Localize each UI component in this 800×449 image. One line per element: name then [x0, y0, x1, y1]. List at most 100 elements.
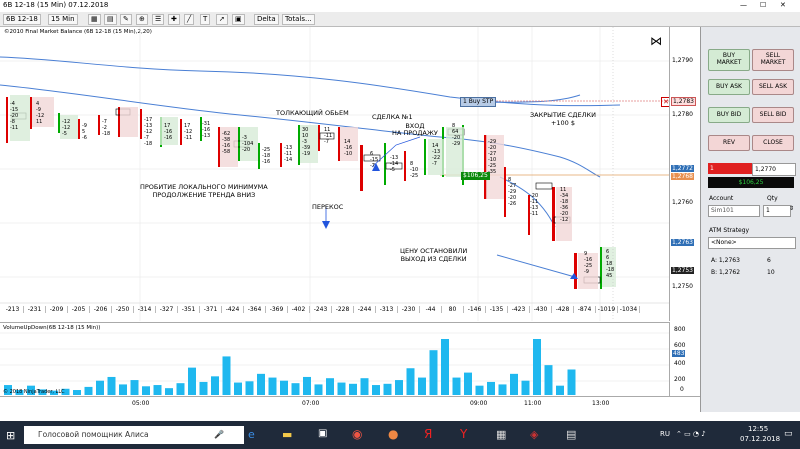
folder-icon[interactable]: ▬ — [282, 428, 292, 441]
delta-cell: -230 — [398, 306, 420, 313]
delta-cell: 80 — [442, 306, 464, 313]
notification-icon[interactable]: ▭ — [784, 429, 793, 439]
buy-market-button[interactable]: BUY MARKET — [708, 49, 750, 71]
language-indicator[interactable]: RU — [660, 430, 670, 438]
volume-bar — [84, 386, 93, 395]
minimize-icon[interactable]: — — [740, 1, 747, 9]
store-icon[interactable]: ▣ — [318, 428, 327, 439]
clock-date: 07.12.2018 — [740, 435, 781, 443]
chrome-icon[interactable]: ◉ — [352, 427, 362, 441]
microphone-icon[interactable]: 🎤 — [214, 430, 224, 439]
delta-cell: -874 — [574, 306, 596, 313]
atm-label: ATM Strategy — [709, 227, 750, 234]
totals-selector[interactable]: Totals... — [282, 14, 315, 25]
buy-stp-order[interactable]: 1 Buy STP — [460, 97, 497, 107]
trading-panel: BUY MARKET SELL MARKET BUY ASK SELL ASK … — [700, 27, 800, 412]
delta-cell: -430 — [530, 306, 552, 313]
volume-bar — [383, 383, 392, 395]
text-icon[interactable]: T — [200, 14, 211, 25]
volume-bar — [544, 365, 553, 395]
yandex-icon[interactable]: Я — [424, 427, 432, 441]
sell-ask-button[interactable]: SELL ASK — [752, 79, 794, 95]
tray-icons[interactable]: ⌃ ▭ ◔ ♪ — [676, 430, 706, 438]
browser-icon[interactable]: ● — [388, 427, 398, 441]
window-title: 6B 12-18 (15 Min) 07.12.2018 — [3, 1, 109, 9]
pnl-tag: $106,25 — [461, 172, 490, 180]
volume-bar — [314, 384, 323, 395]
qty-stepper-icon[interactable]: ⇕ — [789, 205, 794, 212]
yandex-browser-icon[interactable]: Y — [460, 427, 467, 441]
sell-bid-button[interactable]: SELL BID — [752, 107, 794, 123]
volume-bar — [142, 386, 150, 395]
delta-cell: -424 — [222, 306, 244, 313]
volume-bar — [360, 378, 369, 395]
copyright: © 2018 NinjaTrader, LLC — [3, 389, 65, 395]
volume-bar — [280, 380, 288, 395]
buy-bid-button[interactable]: BUY BID — [708, 107, 750, 123]
ninjatrader-icon[interactable]: ◈ — [530, 428, 538, 441]
sell-market-button[interactable]: SELL MARKET — [752, 49, 794, 71]
style-icon[interactable]: ▤ — [104, 14, 117, 25]
delta-cell: -369 — [266, 306, 288, 313]
volume-bar — [556, 385, 564, 395]
close-icon[interactable]: ✕ — [780, 1, 786, 9]
line-icon[interactable]: ╱ — [184, 14, 195, 25]
delta-cell: -213 — [2, 306, 24, 313]
delta-cell: -423 — [508, 306, 530, 313]
cross-icon[interactable]: ✚ — [168, 14, 180, 25]
arrow-icon[interactable]: ➚ — [216, 14, 228, 25]
volume-bar — [395, 380, 403, 395]
properties-icon[interactable]: ☰ — [152, 14, 165, 25]
chart-icon[interactable]: ▦ — [88, 14, 101, 25]
atm-select[interactable]: <None> — [708, 237, 796, 249]
zoom-icon[interactable]: ⊕ — [136, 14, 148, 25]
app-icon[interactable]: ▤ — [566, 428, 576, 441]
search-box[interactable]: Голосовой помощник Алиса — [24, 426, 244, 444]
ie-icon[interactable]: e — [248, 428, 255, 441]
delta-cell: -250 — [112, 306, 134, 313]
delta-cell: -313 — [376, 306, 398, 313]
delta-cell: -314 — [134, 306, 156, 313]
instrument-selector[interactable]: 6B 12-18 — [3, 14, 41, 25]
delta-cell: -205 — [68, 306, 90, 313]
volume-bar — [452, 377, 461, 395]
volume-bar — [165, 388, 173, 395]
volume-bar — [418, 377, 426, 395]
volume-bar — [245, 381, 254, 395]
stp-price-label: 1,2783 — [671, 97, 696, 106]
chart-svg: ⋈ — [0, 27, 669, 321]
delta-cell: -371 — [200, 306, 222, 313]
volume-bar — [303, 376, 311, 395]
account-select[interactable]: Sim101 — [708, 205, 760, 217]
buy-ask-button[interactable]: BUY ASK — [708, 79, 750, 95]
volume-bar — [268, 377, 277, 395]
delta-cell: -428 — [552, 306, 574, 313]
annotation-price-stopped: ЦЕНУ ОСТАНОВИЛИ ВЫХОД ИЗ СДЕЛКИ — [400, 247, 468, 263]
rev-button[interactable]: REV — [708, 135, 750, 151]
delta-cell: -231 — [24, 306, 46, 313]
position-qty: 1 — [708, 163, 752, 174]
indicator-selector[interactable]: Delta — [254, 14, 279, 25]
volume-axis: 800 600 483 400 200 0 — [669, 322, 701, 396]
close-button[interactable]: CLOSE — [752, 135, 794, 151]
volume-bar — [199, 381, 208, 395]
volume-bar — [533, 339, 541, 395]
interval-selector[interactable]: 15 Min — [48, 14, 78, 25]
ask-size: 6 — [767, 257, 771, 264]
volume-bar — [464, 372, 472, 395]
qty-input[interactable]: 1 — [763, 205, 791, 217]
draw-icon[interactable]: ✎ — [120, 14, 132, 25]
volume-panel[interactable]: VolumeUpDown(6B 12-18 (15 Min)) © 2018 N… — [0, 322, 669, 397]
annotation-breakout: ПРОБИТИЕ ЛОКАЛЬНОГО МИНИМУМА ПРОДОЛЖЕНИЕ… — [140, 183, 268, 199]
volume-bar — [73, 390, 81, 395]
calculator-icon[interactable]: ▦ — [496, 428, 506, 441]
volume-bar — [510, 373, 518, 395]
magnet-icon[interactable]: ▣ — [232, 14, 245, 25]
maximize-icon[interactable]: ☐ — [760, 1, 766, 9]
delta-row: -213 -231 -209 -205 -206 -250 -314 -327 -351 -371… — [2, 306, 670, 315]
ask-price-label: 1,2772 — [671, 165, 694, 172]
delta-cell: -402 — [288, 306, 310, 313]
windows-start-icon[interactable]: ⊞ — [6, 429, 15, 442]
delta-cell: -146 — [464, 306, 486, 313]
price-chart[interactable]: ©2010 Final Market Balance (6B 12-18 (15… — [0, 27, 671, 321]
